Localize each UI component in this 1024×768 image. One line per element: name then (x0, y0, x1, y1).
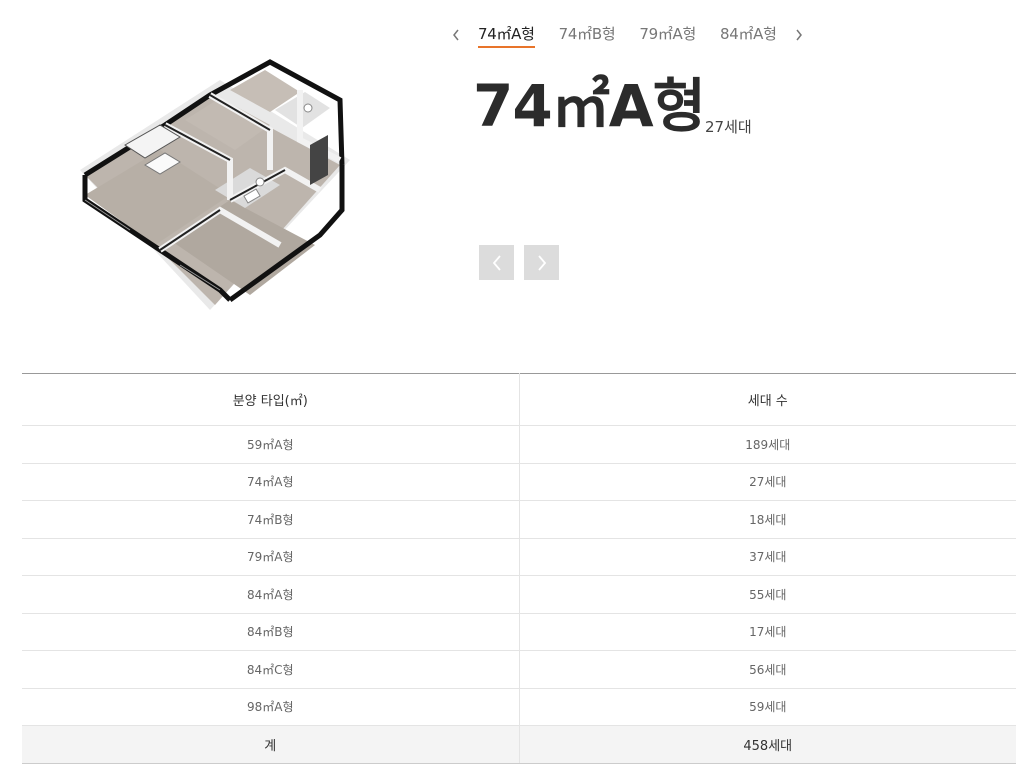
cell-units: 18세대 (519, 500, 1016, 539)
total-label: 계 (22, 725, 520, 764)
table-total-row: 계 458세대 (22, 725, 1016, 764)
total-units: 458세대 (519, 725, 1016, 764)
gallery-next-button[interactable] (524, 245, 559, 280)
header-type: 분양 타입(㎡) (22, 373, 520, 426)
cell-units: 189세대 (519, 425, 1016, 464)
cell-type: 84㎡A형 (22, 575, 520, 614)
chevron-right-icon (537, 254, 546, 271)
cell-units: 27세대 (519, 463, 1016, 501)
chevron-left-icon (492, 254, 501, 271)
cell-units: 37세대 (519, 538, 1016, 576)
cell-type: 74㎡A형 (22, 463, 520, 501)
table-row: 84㎡C형 56세대 (22, 650, 1016, 689)
plan-units-count: 27세대 (705, 118, 752, 136)
table-row: 74㎡A형 27세대 (22, 463, 1016, 501)
cell-units: 59세대 (519, 688, 1016, 726)
tab-84a[interactable]: 84㎡A형 (708, 23, 789, 48)
cell-type: 84㎡C형 (22, 650, 520, 689)
cell-type: 98㎡A형 (22, 688, 520, 726)
table-row: 59㎡A형 189세대 (22, 425, 1016, 464)
plan-title: 74㎡A형 (473, 72, 706, 140)
tabs-prev-button[interactable] (446, 22, 466, 48)
floor-plan-image (70, 50, 360, 340)
tab-74a[interactable]: 74㎡A형 (466, 23, 547, 48)
cell-type: 79㎡A형 (22, 538, 520, 576)
tab-74b[interactable]: 74㎡B형 (547, 23, 628, 48)
cell-type: 74㎡B형 (22, 500, 520, 539)
chevron-right-icon (796, 29, 802, 41)
cell-units: 17세대 (519, 613, 1016, 651)
units-table: 분양 타입(㎡) 세대 수 59㎡A형 189세대 74㎡A형 27세대 74㎡… (22, 373, 1016, 764)
tabs-next-button[interactable] (789, 22, 809, 48)
table-row: 84㎡A형 55세대 (22, 575, 1016, 614)
cell-type: 84㎡B형 (22, 613, 520, 651)
table-row: 79㎡A형 37세대 (22, 538, 1016, 576)
header-units: 세대 수 (519, 373, 1016, 426)
tab-79a[interactable]: 79㎡A형 (627, 23, 708, 48)
plan-tabs: 74㎡A형 74㎡B형 79㎡A형 84㎡A형 (446, 22, 809, 48)
table-row: 98㎡A형 59세대 (22, 688, 1016, 726)
cell-type: 59㎡A형 (22, 425, 520, 464)
chevron-left-icon (453, 29, 459, 41)
table-row: 74㎡B형 18세대 (22, 500, 1016, 539)
gallery-prev-button[interactable] (479, 245, 514, 280)
table-row: 84㎡B형 17세대 (22, 613, 1016, 651)
cell-units: 56세대 (519, 650, 1016, 689)
cell-units: 55세대 (519, 575, 1016, 614)
